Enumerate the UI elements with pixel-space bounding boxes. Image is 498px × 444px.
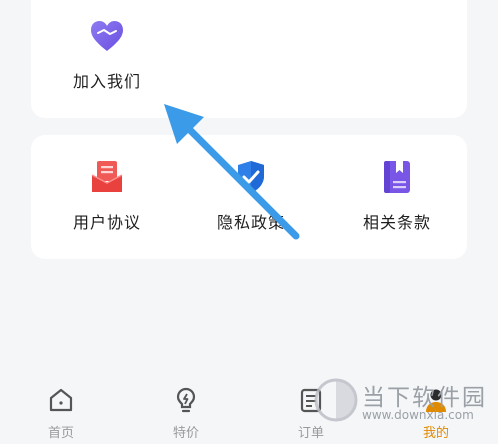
tab-deals[interactable]: 特价 [151,386,221,441]
watermark-url: www.downxia.com [362,408,474,422]
user-agreement-item[interactable]: 用户协议 [52,159,162,233]
tab-home[interactable]: 首页 [26,386,96,441]
watermark-title: 当下软件园 [362,385,487,411]
lightbulb-icon [176,387,196,413]
handshake-heart-icon [91,21,123,51]
document-red-icon [91,161,123,192]
privacy-policy-label: 隐私政策 [216,213,285,232]
join-us-item[interactable]: 加入我们 [52,18,162,92]
join-us-label: 加入我们 [72,72,141,91]
home-icon [49,388,73,412]
user-agreement-label: 用户协议 [72,213,141,232]
legal-links-card: 用户协议 隐私政策 相关条款 [31,135,467,259]
shield-check-icon [238,161,264,193]
terms-label: 相关条款 [362,213,431,232]
tab-home-label: 首页 [47,426,74,441]
join-card: 加入我们 [31,0,467,118]
privacy-policy-item[interactable]: 隐私政策 [196,159,306,233]
tab-deals-label: 特价 [172,426,199,441]
watermark-logo-icon [314,378,358,422]
watermark: 当下软件园 www.downxia.com [308,376,498,436]
bookmark-book-icon [384,161,410,193]
terms-item[interactable]: 相关条款 [342,159,452,233]
